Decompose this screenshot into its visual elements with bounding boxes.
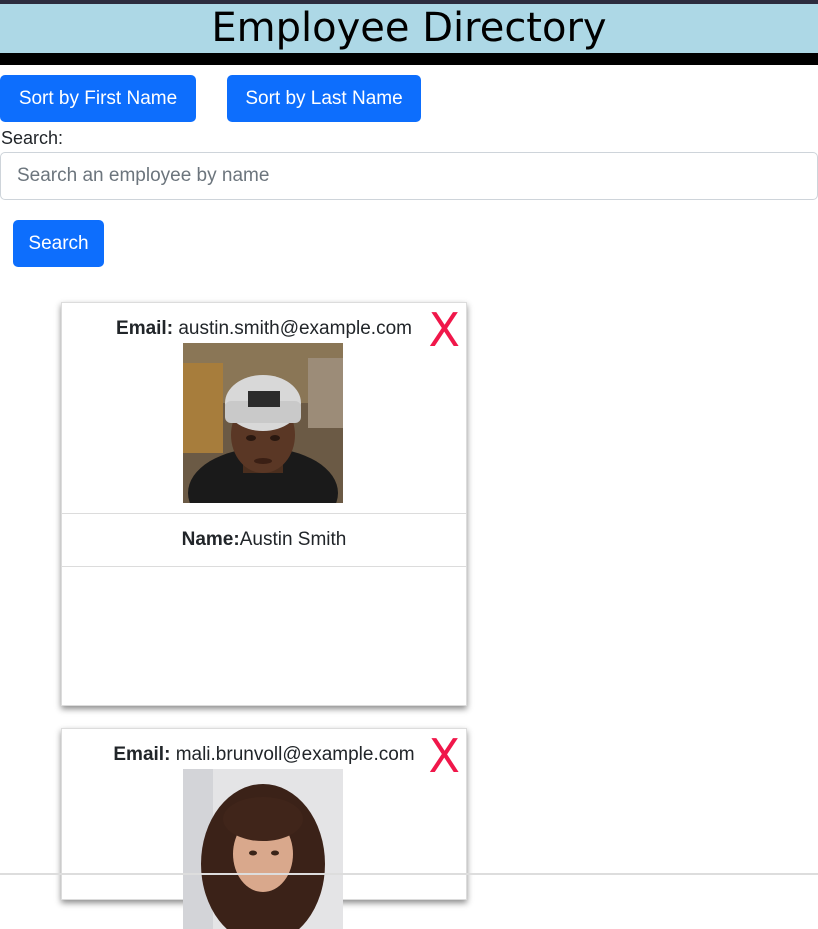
name-value: Austin Smith — [239, 529, 347, 550]
email-value: mali.brunvoll@example.com — [175, 744, 415, 765]
email-label: Email: — [116, 318, 174, 339]
remove-employee-button[interactable]: X — [428, 305, 460, 355]
email-label: Email: — [113, 744, 171, 765]
email-line: Email: austin.smith@example.com — [62, 317, 466, 341]
employee-name-row: Name:Austin Smith — [62, 513, 466, 567]
employee-photo — [183, 769, 343, 929]
sort-first-name-button[interactable]: Sort by First Name — [0, 75, 196, 122]
page-title: Employee Directory — [211, 5, 607, 51]
search-label: Search: — [1, 128, 64, 148]
email-line: Email: mali.brunvoll@example.com — [62, 743, 466, 767]
remove-employee-button[interactable]: X — [428, 731, 460, 781]
sort-last-name-button[interactable]: Sort by Last Name — [227, 75, 421, 122]
employee-card: Email: austin.smith@example.com X Name:A… — [61, 302, 467, 706]
employee-photo — [183, 343, 343, 503]
email-value: austin.smith@example.com — [178, 318, 412, 339]
page-header: Employee Directory — [0, 4, 818, 65]
name-label: Name: — [181, 529, 240, 550]
search-button[interactable]: Search — [13, 220, 104, 267]
search-input[interactable] — [0, 152, 818, 200]
